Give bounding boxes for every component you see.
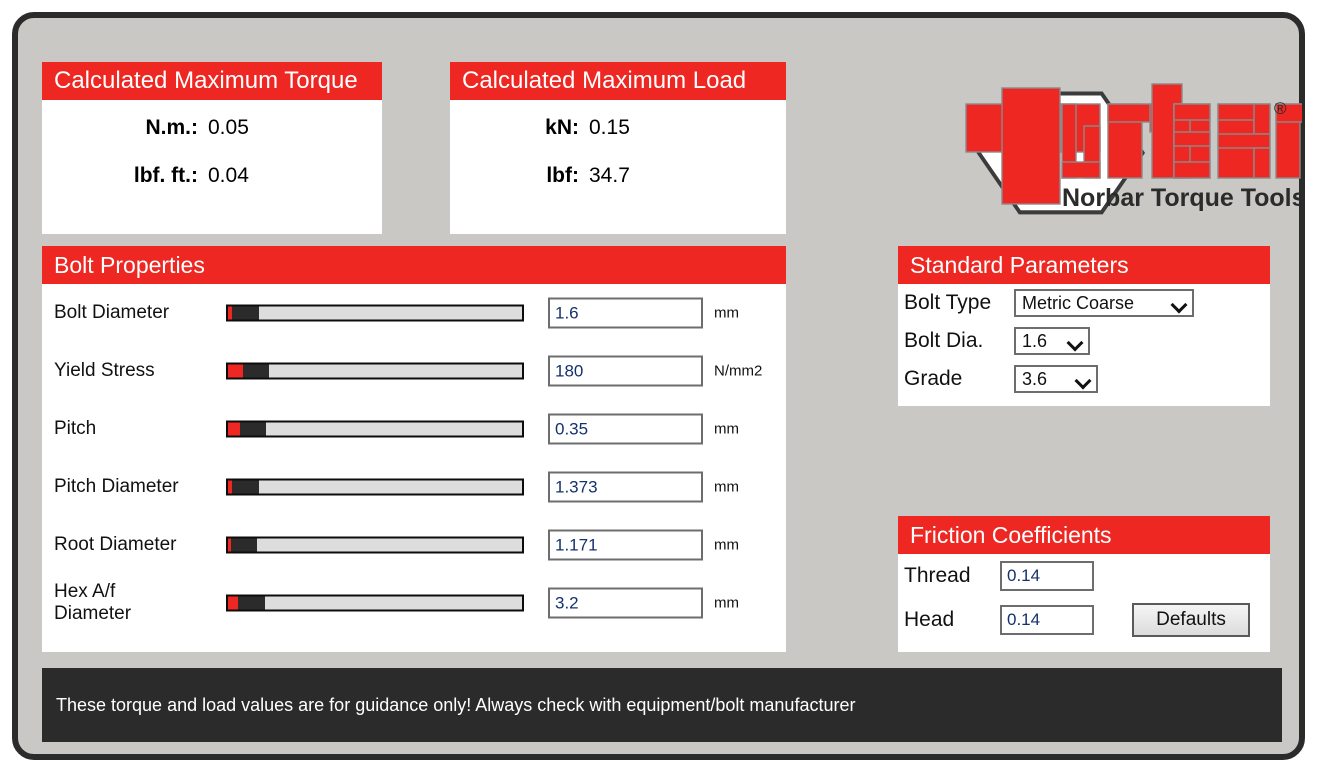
slider-thumb[interactable] xyxy=(238,596,265,610)
calculated-maximum-load-card: Calculated Maximum Load kN: 0.15 lbf: 34… xyxy=(450,62,786,234)
hex-af-diameter-unit: mm xyxy=(714,594,739,612)
bolt-type-label: Bolt Type xyxy=(904,291,992,314)
torque-card-body: N.m.: 0.05 lbf. ft.: 0.04 xyxy=(42,116,382,212)
pitch-diameter-unit: mm xyxy=(714,478,739,496)
pitch-label: Pitch xyxy=(54,418,97,439)
bolt-diameter-input[interactable] xyxy=(548,297,703,329)
root-diameter-slider[interactable] xyxy=(226,536,524,554)
slider-thumb[interactable] xyxy=(239,422,267,436)
standard-parameters-title: Standard Parameters xyxy=(898,246,1270,284)
bolt-dia-row: Bolt Dia. 1.6 xyxy=(898,322,1270,360)
load-lbf-label: lbf: xyxy=(546,164,579,187)
load-kn-value: 0.15 xyxy=(589,116,630,139)
norbar-logo-icon: ® Norbar Torque Tools xyxy=(965,83,1311,215)
torque-lbfft-row: lbf. ft.: 0.04 xyxy=(42,164,382,212)
torque-lbfft-label: lbf. ft.: xyxy=(133,164,198,187)
chevron-down-icon xyxy=(1069,337,1082,345)
thread-label: Thread xyxy=(904,564,971,587)
bolt-diameter-slider[interactable] xyxy=(226,304,524,322)
pitch-unit: mm xyxy=(714,420,739,438)
bolt-diameter-unit: mm xyxy=(714,304,739,322)
hex-af-diameter-input[interactable] xyxy=(548,587,703,619)
load-card-title: Calculated Maximum Load xyxy=(450,62,786,100)
chevron-down-icon xyxy=(1077,375,1090,383)
slider-fill xyxy=(228,422,240,436)
slider-thumb[interactable] xyxy=(242,364,270,378)
load-lbf-value: 34.7 xyxy=(589,164,630,187)
yield-stress-row: Yield Stress N/mm2 xyxy=(42,342,786,400)
pitch-input[interactable] xyxy=(548,413,703,445)
bolt-type-value: Metric Coarse xyxy=(1022,292,1135,313)
bolt-dia-select[interactable]: 1.6 xyxy=(1014,327,1090,355)
bolt-diameter-label: Bolt Diameter xyxy=(54,302,170,323)
bolt-properties-title: Bolt Properties xyxy=(42,246,786,284)
torque-nm-row: N.m.: 0.05 xyxy=(42,116,382,164)
torque-card-title: Calculated Maximum Torque xyxy=(42,62,382,100)
bolt-dia-label: Bolt Dia. xyxy=(904,329,984,352)
torque-lbfft-value: 0.04 xyxy=(208,164,249,187)
logo-tagline: Norbar Torque Tools xyxy=(1062,184,1302,212)
defaults-button[interactable]: Defaults xyxy=(1132,603,1250,637)
application-window: Calculated Maximum Torque N.m.: 0.05 lbf… xyxy=(12,12,1311,760)
yield-stress-unit: N/mm2 xyxy=(714,362,763,380)
head-label: Head xyxy=(904,608,955,631)
slider-fill xyxy=(228,364,243,378)
head-row: Head Defaults xyxy=(898,598,1270,642)
load-lbf-row: lbf: 34.7 xyxy=(450,164,786,212)
bolt-properties-body: Bolt Diameter mm Yield Stress N/mm2 Pitc xyxy=(42,284,786,632)
root-diameter-unit: mm xyxy=(714,536,739,554)
slider-thumb[interactable] xyxy=(232,480,259,494)
friction-coefficients-panel: Friction Coefficients Thread Head Defaul… xyxy=(898,516,1270,652)
root-diameter-input[interactable] xyxy=(548,529,703,561)
root-diameter-label: Root Diameter xyxy=(54,534,177,555)
load-kn-label: kN: xyxy=(545,116,579,139)
pitch-diameter-slider[interactable] xyxy=(226,478,524,496)
grade-select[interactable]: 3.6 xyxy=(1014,365,1098,393)
torque-nm-value: 0.05 xyxy=(208,116,249,139)
slider-thumb[interactable] xyxy=(232,306,259,320)
friction-coefficients-title: Friction Coefficients xyxy=(898,516,1270,554)
torque-nm-label: N.m.: xyxy=(145,116,199,139)
pitch-diameter-row: Pitch Diameter mm xyxy=(42,458,786,516)
calculated-maximum-torque-card: Calculated Maximum Torque N.m.: 0.05 lbf… xyxy=(42,62,382,234)
registered-trademark-icon: ® xyxy=(1274,99,1287,118)
yield-stress-slider[interactable] xyxy=(226,362,524,380)
load-kn-row: kN: 0.15 xyxy=(450,116,786,164)
pitch-slider[interactable] xyxy=(226,420,524,438)
root-diameter-row: Root Diameter mm xyxy=(42,516,786,574)
bolt-diameter-row: Bolt Diameter mm xyxy=(42,284,786,342)
bolt-type-row: Bolt Type Metric Coarse xyxy=(898,284,1270,322)
grade-value: 3.6 xyxy=(1022,368,1048,389)
friction-coefficients-body: Thread Head Defaults xyxy=(898,554,1270,642)
standard-parameters-body: Bolt Type Metric Coarse Bolt Dia. 1.6 Gr… xyxy=(898,284,1270,398)
hex-af-diameter-label: Hex A/f Diameter xyxy=(54,581,132,624)
head-input[interactable] xyxy=(1000,605,1094,635)
grade-label: Grade xyxy=(904,367,963,390)
disclaimer-footer: These torque and load values are for gui… xyxy=(42,668,1282,742)
slider-fill xyxy=(228,596,239,610)
hex-af-diameter-row: Hex A/f Diameter mm xyxy=(42,574,786,632)
thread-input[interactable] xyxy=(1000,561,1094,591)
yield-stress-input[interactable] xyxy=(548,355,703,387)
standard-parameters-panel: Standard Parameters Bolt Type Metric Coa… xyxy=(898,246,1270,406)
pitch-diameter-input[interactable] xyxy=(548,471,703,503)
load-card-body: kN: 0.15 lbf: 34.7 xyxy=(450,116,786,212)
bolt-dia-value: 1.6 xyxy=(1022,330,1048,351)
hex-af-diameter-slider[interactable] xyxy=(226,594,524,612)
disclaimer-text: These torque and load values are for gui… xyxy=(56,694,856,715)
bolt-properties-panel: Bolt Properties Bolt Diameter mm Yield S… xyxy=(42,246,786,652)
thread-row: Thread xyxy=(898,554,1270,598)
pitch-row: Pitch mm xyxy=(42,400,786,458)
grade-row: Grade 3.6 xyxy=(898,360,1270,398)
yield-stress-label: Yield Stress xyxy=(54,360,155,381)
chevron-down-icon xyxy=(1173,299,1186,307)
pitch-diameter-label: Pitch Diameter xyxy=(54,476,179,497)
norbar-logo: ® Norbar Torque Tools xyxy=(902,58,1311,238)
slider-thumb[interactable] xyxy=(230,538,258,552)
bolt-type-select[interactable]: Metric Coarse xyxy=(1014,289,1194,317)
